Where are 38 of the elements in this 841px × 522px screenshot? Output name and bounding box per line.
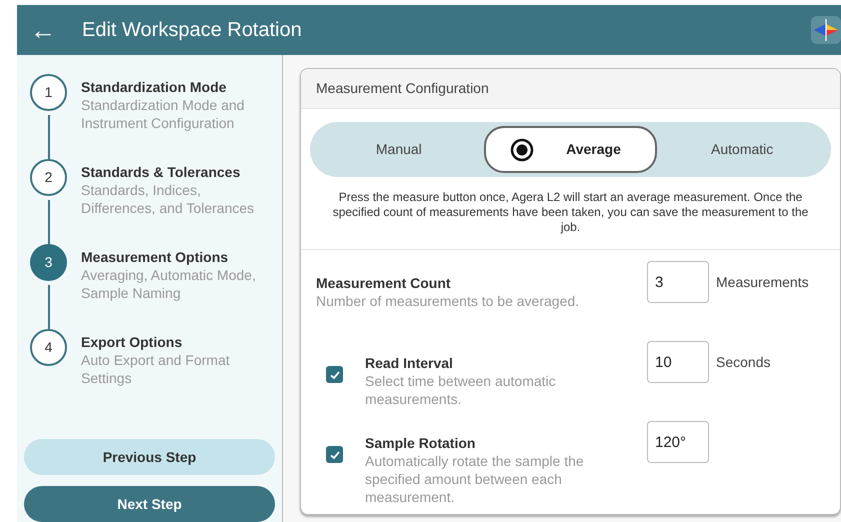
step-number[interactable]: 4 — [30, 329, 67, 366]
value-field[interactable]: 10 — [647, 341, 709, 383]
mode-option[interactable]: Automatic — [657, 126, 828, 173]
step-title: Export Options — [81, 333, 184, 351]
setting-title: Sample Rotation — [365, 434, 476, 452]
step-title: Standards & Tolerances — [81, 163, 242, 181]
setting-description: Number of measurements to be averaged. — [316, 292, 580, 310]
step-number[interactable]: 2 — [30, 159, 67, 196]
radio-icon — [510, 138, 534, 162]
check-icon — [328, 448, 340, 460]
previous-button[interactable]: Previous Step — [24, 439, 275, 475]
setting-title: Measurement Count — [316, 274, 452, 292]
mode-description: Press the measure button once, Agera L2 will start an average measurement. Once the specified count of measurements have been taken, you can save the measurement to the job. — [332, 190, 810, 235]
step-title: Measurement Options — [81, 248, 230, 266]
step-subtitle: Auto Export and Format Settings — [81, 351, 231, 387]
mode-option[interactable]: Manual — [314, 126, 484, 173]
step-subtitle: Standards, Indices, Differences, and Tolerances — [81, 181, 256, 217]
card-title: Measurement Configuration — [316, 79, 489, 98]
step-title: Standardization Mode — [81, 78, 228, 96]
value-field[interactable]: 120° — [647, 421, 709, 463]
setting-description: Select time between automatic measurements. — [365, 372, 557, 408]
checkbox[interactable] — [326, 366, 343, 383]
page-title: Edit Workspace Rotation — [82, 18, 302, 43]
step-number[interactable]: 3 — [30, 244, 67, 281]
value-field[interactable]: 3 — [647, 261, 709, 303]
step-number[interactable]: 1 — [30, 74, 67, 111]
logo-icon[interactable] — [811, 16, 841, 44]
setting-description: Automatically rotate the sample the specified amount between each measurement. — [365, 452, 585, 506]
step-subtitle: Averaging, Automatic Mode, Sample Naming — [81, 266, 257, 302]
next-button[interactable]: Next Step — [24, 486, 275, 522]
check-icon — [328, 368, 340, 380]
mode-option[interactable]: Average — [484, 126, 658, 173]
setting-title: Read Interval — [365, 354, 454, 372]
unit-label: Measurements — [716, 273, 809, 291]
unit-label: Seconds — [716, 353, 770, 371]
step-subtitle: Standardization Mode and Instrument Configuration — [81, 96, 246, 132]
back-button[interactable]: ← — [30, 17, 54, 43]
checkbox[interactable] — [326, 446, 343, 463]
